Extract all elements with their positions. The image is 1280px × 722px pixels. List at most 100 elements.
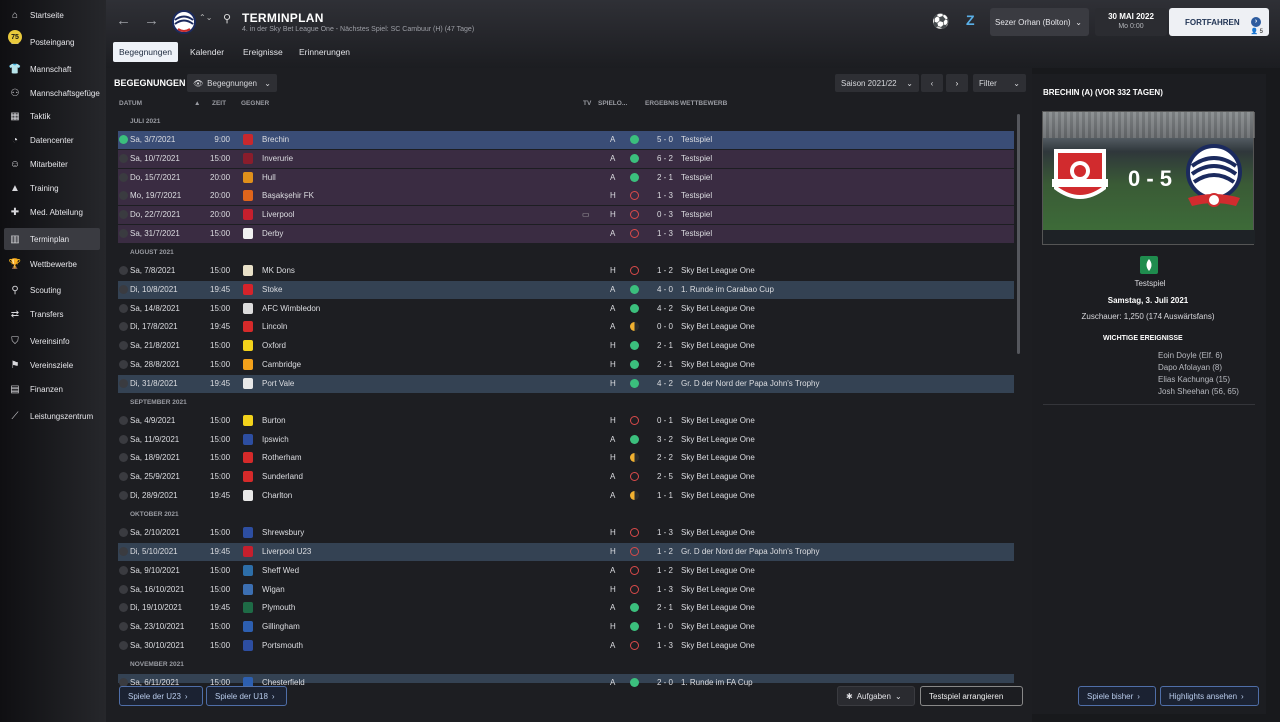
tasks-button[interactable]: ✱ Aufgaben ⌄: [837, 686, 915, 706]
table-row[interactable]: Sa, 28/8/2021 15:00 Cambridge H 2 - 1 Sky Bet…: [118, 356, 1014, 374]
table-row[interactable]: Sa, 4/9/2021 15:00 Burton H 0 - 1 Sky Bet Lea…: [118, 412, 1014, 430]
tab-kalender[interactable]: Kalender: [184, 42, 230, 62]
col-gegner[interactable]: GEGNER: [241, 100, 269, 107]
previous-matches-button[interactable]: Spiele bisher ›: [1078, 686, 1156, 706]
match-time: 20:00: [210, 173, 231, 182]
filter-button[interactable]: Filter ⌄: [973, 74, 1026, 92]
club-switch-icon[interactable]: ⌃⌄: [199, 13, 212, 22]
sidebar-item-wettbewerbe[interactable]: 🏆 Wettbewerbe: [4, 253, 100, 275]
sidebar-item-taktik[interactable]: ▦ Taktik: [4, 105, 100, 127]
table-row[interactable]: Sa, 21/8/2021 15:00 Oxford H 2 - 1 Sky Bet Le…: [118, 337, 1014, 355]
competition: Testspiel: [681, 229, 713, 238]
sidebar-item-training[interactable]: ▲ Training: [4, 177, 100, 199]
u23-matches-button[interactable]: Spiele der U23 ›: [119, 686, 203, 706]
table-row[interactable]: Sa, 30/10/2021 15:00 Portsmouth A 1 - 3 Sky B…: [118, 637, 1014, 655]
watch-highlights-button[interactable]: Highlights ansehen ›: [1160, 686, 1259, 706]
match-result: 2 - 2: [656, 453, 673, 462]
club-crest-icon[interactable]: [172, 9, 196, 35]
season-dropdown[interactable]: Saison 2021/22 ⌄: [835, 74, 919, 92]
season-next-button[interactable]: ›: [946, 74, 968, 92]
table-row[interactable]: Sa, 18/9/2021 15:00 Rotherham H 2 - 2 Sky Bet…: [118, 449, 1014, 467]
col-zeit[interactable]: ZEIT: [212, 100, 226, 107]
competition: Sky Bet League One: [681, 416, 755, 425]
table-row[interactable]: Do, 15/7/2021 20:00 Hull A 2 - 1 Testspiel: [118, 169, 1014, 187]
col-ergebnis[interactable]: ERGEBNIS: [645, 100, 679, 107]
sidebar-item-transfers[interactable]: ⇄ Transfers: [4, 303, 100, 325]
continue-button[interactable]: FORTFAHREN › 👤 5: [1169, 8, 1269, 36]
table-row[interactable]: Sa, 9/10/2021 15:00 Sheff Wed A 1 - 2 Sky Bet…: [118, 562, 1014, 580]
opponent-crest-icon: [243, 228, 253, 239]
result-icon: [630, 266, 639, 275]
status-dot-icon: [119, 191, 128, 200]
table-row[interactable]: Sa, 7/8/2021 15:00 MK Dons H 1 - 2 Sky Bet Le…: [118, 262, 1014, 280]
table-row[interactable]: Sa, 11/9/2021 15:00 Ipswich A 3 - 2 Sky Bet L…: [118, 431, 1014, 449]
table-row[interactable]: Di, 31/8/2021 19:45 Port Vale H 4 - 2 Gr. D d…: [118, 375, 1014, 393]
table-row[interactable]: Sa, 16/10/2021 15:00 Wigan H 1 - 3 Sky Bet Le…: [118, 581, 1014, 599]
table-row[interactable]: Di, 17/8/2021 19:45 Lincoln A 0 - 0 Sky Bet L…: [118, 318, 1014, 336]
table-row[interactable]: Di, 19/10/2021 19:45 Plymouth A 2 - 1 Sky Bet…: [118, 599, 1014, 617]
match-result: 4 - 0: [656, 285, 673, 294]
table-row[interactable]: Sa, 23/10/2021 15:00 Gillingham H 1 - 0 Sky B…: [118, 618, 1014, 636]
search-icon[interactable]: ⚲: [223, 12, 231, 25]
season-prev-button[interactable]: ‹: [921, 74, 943, 92]
sidebar-item-finanzen[interactable]: ▤ Finanzen: [4, 378, 100, 400]
sidebar-item-datencenter[interactable]: ◔ Datencenter: [4, 129, 100, 151]
sidebar-item-startseite[interactable]: ⌂ Startseite: [4, 4, 100, 26]
col-spielort[interactable]: SPIELO...: [598, 100, 627, 107]
table-row[interactable]: Di, 5/10/2021 19:45 Liverpool U23 H 1 - 2 Gr.…: [118, 543, 1014, 561]
table-row[interactable]: Sa, 2/10/2021 15:00 Shrewsbury H 1 - 3 Sky Be…: [118, 524, 1014, 542]
venue: A: [610, 285, 616, 294]
manager-select[interactable]: Sezer Orhan (Bolton) ⌄: [990, 8, 1089, 36]
col-tv[interactable]: TV: [583, 100, 591, 107]
event-goal: Josh Sheehan (56, 65): [1158, 387, 1239, 396]
sidebar-item-med-abteilung[interactable]: ✚ Med. Abteilung: [4, 201, 100, 223]
sidebar-item-mannschaft[interactable]: 👕 Mannschaft: [4, 58, 100, 80]
table-row[interactable]: Di, 10/8/2021 19:45 Stoke A 4 - 0 1. Runde im…: [118, 281, 1014, 299]
venue: A: [610, 154, 616, 163]
u18-matches-button[interactable]: Spiele der U18 ›: [206, 686, 287, 706]
table-row[interactable]: Di, 28/9/2021 19:45 Charlton A 1 - 1 Sky Bet …: [118, 487, 1014, 505]
match-result: 0 - 0: [656, 322, 673, 331]
table-row[interactable]: Mo, 19/7/2021 20:00 Başakşehir FK H 1 - 3 Tes…: [118, 187, 1014, 205]
match-time: 15:00: [210, 304, 231, 313]
view-dropdown[interactable]: 👁 Begegnungen ⌄: [187, 74, 277, 92]
opponent-name: Port Vale: [262, 379, 295, 388]
col-wettbewerb[interactable]: WETTBEWERB: [680, 100, 727, 107]
scrollbar[interactable]: [1017, 114, 1020, 354]
match-time: 19:45: [210, 379, 231, 388]
table-row[interactable]: Sa, 6/11/2021 15:00 Chesterfield A 2 - 0 1. R…: [118, 674, 1014, 688]
table-row[interactable]: Sa, 14/8/2021 15:00 AFC Wimbledon A 4 - 2 Sky…: [118, 300, 1014, 318]
opponent-crest-icon: [243, 602, 253, 613]
venue: H: [610, 622, 616, 631]
opponent-crest-icon: [243, 471, 253, 482]
opponent-crest-icon: [243, 546, 253, 557]
status-dot-icon: [119, 547, 128, 556]
forward-icon[interactable]: →: [144, 12, 159, 29]
table-row[interactable]: Sa, 31/7/2021 15:00 Derby A 1 - 3 Testspiel: [118, 225, 1014, 243]
tab-begegnungen[interactable]: Begegnungen: [113, 42, 178, 62]
sidebar-item-leistungszentrum[interactable]: ⟋ Leistungszentrum: [4, 405, 100, 427]
table-row[interactable]: Sa, 10/7/2021 15:00 Inverurie A 6 - 2 Testspi…: [118, 150, 1014, 168]
sidebar-item-scouting[interactable]: ⚲ Scouting: [4, 279, 100, 301]
status-dot-icon: [119, 453, 128, 462]
opponent-name: Brechin: [262, 135, 290, 144]
sidebar-item-vereinsziele[interactable]: ⚑ Vereinsziele: [4, 354, 100, 376]
table-row[interactable]: Do, 22/7/2021 20:00 Liverpool ▭ H 0 - 3 Testsp…: [118, 206, 1014, 224]
sidebar-item-terminplan[interactable]: ▥ Terminplan: [4, 228, 100, 250]
football-icon[interactable]: ⚽: [932, 13, 949, 30]
table-row[interactable]: Sa, 3/7/2021 9:00 Brechin A 5 - 0 Testspiel: [118, 131, 1014, 149]
sidebar-item-vereinsinfo[interactable]: ⛉ Vereinsinfo: [4, 330, 100, 352]
col-datum[interactable]: DATUM: [119, 100, 142, 107]
arrange-friendly-button[interactable]: Testspiel arrangieren: [920, 686, 1023, 706]
tab-erinnerungen[interactable]: Erinnerungen: [293, 42, 356, 62]
match-time: 9:00: [214, 135, 230, 144]
sidebar-item-mannschaftsgef-ge[interactable]: ⚇ Mannschaftsgefüge: [4, 82, 100, 104]
table-row[interactable]: Sa, 25/9/2021 15:00 Sunderland A 2 - 5 Sky Be…: [118, 468, 1014, 486]
status-dot-icon: [119, 435, 128, 444]
back-icon[interactable]: ←: [116, 12, 131, 29]
data-icon: ◔: [11, 134, 19, 146]
fm-logo-icon[interactable]: Z: [966, 12, 975, 28]
sidebar-item-mitarbeiter[interactable]: ☺ Mitarbeiter: [4, 153, 100, 175]
tab-ereignisse[interactable]: Ereignisse: [237, 42, 289, 62]
status-dot-icon: [119, 603, 128, 612]
